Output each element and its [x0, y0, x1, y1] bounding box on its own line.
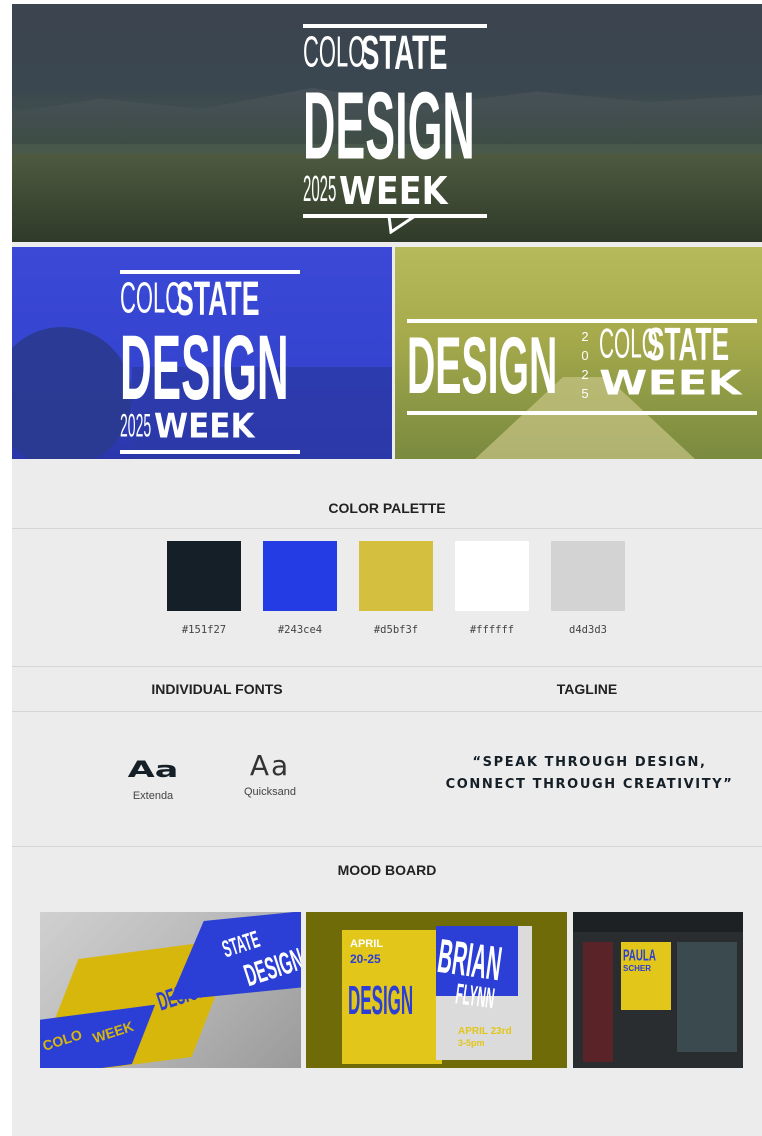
logo-horizontal-yellow: DESIGN 2 0 2 5 COLO STATE WEEK	[407, 319, 757, 415]
storefront-window	[677, 942, 737, 1052]
logo-week: WEEK	[339, 169, 448, 213]
storefront-awning	[573, 912, 743, 932]
mood-board-title: MOOD BOARD	[337, 862, 437, 878]
tagline-line-2: CONNECT THROUGH CREATIVITY”	[445, 777, 734, 792]
mock2-name2: FLYNN	[453, 978, 497, 1016]
divider	[12, 711, 762, 712]
mood-image-print-mockups: STATE DESIGN DESIGN COLO WEEK	[40, 912, 301, 1068]
mood-image-storefront: PAULA SCHER	[573, 912, 743, 1068]
font-name-quicksand: Quicksand	[244, 786, 296, 798]
color-swatch	[263, 541, 337, 611]
color-swatch-label: #151f27	[181, 624, 227, 636]
color-swatch-label: #d5bf3f	[373, 624, 419, 636]
divider	[12, 666, 762, 667]
color-swatch	[455, 541, 529, 611]
font-sample-quicksand-glyphs: Aa	[249, 749, 291, 782]
color-swatch-label: #ffffff	[469, 624, 515, 636]
tagline-line-1: “SPEAK THROUGH DESIGN,	[472, 755, 707, 770]
color-swatch-label: #243ce4	[277, 624, 323, 636]
color-swatch-label: d4d3d3	[569, 624, 607, 636]
logo-h-week: WEEK	[599, 364, 742, 404]
logo-blue-bottom-bar	[120, 450, 300, 454]
logo-blue-design: DESIGN	[120, 316, 289, 419]
font-name-extenda: Extenda	[132, 790, 174, 802]
fonts-title: INDIVIDUAL FONTS	[151, 681, 283, 697]
color-swatch	[167, 541, 241, 611]
mock2-design: DESIGN	[348, 978, 414, 1024]
logo-blue-week: WEEK	[154, 407, 255, 447]
tagline-title: TAGLINE	[556, 681, 618, 697]
storefront-door	[583, 942, 613, 1062]
divider	[12, 846, 762, 847]
tagline-text: “SPEAK THROUGH DESIGN, CONNECT THROUGH C…	[417, 752, 762, 796]
font-sample-extenda-glyphs: Aa	[127, 756, 179, 783]
mock2-time: 3-5pm	[458, 1038, 485, 1048]
mock2-event: APRIL 23rd	[458, 1026, 512, 1037]
font-sample-quicksand: Aa Quicksand	[230, 749, 310, 799]
logo-h-bottom-bar	[407, 411, 757, 415]
page: COLO STATE DESIGN 2025 WEEK COLO STATE D…	[0, 0, 762, 1136]
tree-shape	[12, 327, 132, 459]
divider	[12, 528, 762, 529]
logo-colo: COLO	[303, 27, 366, 77]
design-board: COLO STATE DESIGN 2025 WEEK COLO STATE D…	[12, 4, 762, 1136]
logo-stacked-top: COLO STATE DESIGN 2025 WEEK	[303, 24, 487, 234]
logo-blue-colo: COLO	[120, 273, 183, 323]
logo-state: STATE	[361, 24, 448, 80]
mock2-range: 20-25	[350, 952, 381, 966]
logo-h-state: STATE	[647, 318, 730, 370]
mood-image-magazine: APRIL 20-25 DESIGN BRIAN FLYNN APRIL 23r…	[306, 912, 567, 1068]
color-palette-title: COLOR PALETTE	[328, 500, 446, 516]
logo-h-design: DESIGN	[407, 320, 558, 411]
font-sample-extenda: Aa Extenda	[113, 756, 193, 802]
mock2-date: APRIL	[350, 938, 383, 950]
logo-stacked-blue: COLO STATE DESIGN 2025 WEEK	[120, 270, 300, 460]
color-swatch	[551, 541, 625, 611]
mock3-name2: SCHER	[623, 964, 652, 973]
logo-h-year: 2 0 2 5	[581, 329, 589, 401]
mock3-name1: PAULA	[623, 946, 656, 964]
logo-design: DESIGN	[303, 72, 475, 179]
logo-year: 2025	[303, 169, 337, 210]
logo-blue-state: STATE	[176, 270, 260, 326]
logo-blue-year: 2025	[120, 407, 152, 444]
speech-bubble-tail-icon	[387, 216, 417, 234]
color-swatch	[359, 541, 433, 611]
